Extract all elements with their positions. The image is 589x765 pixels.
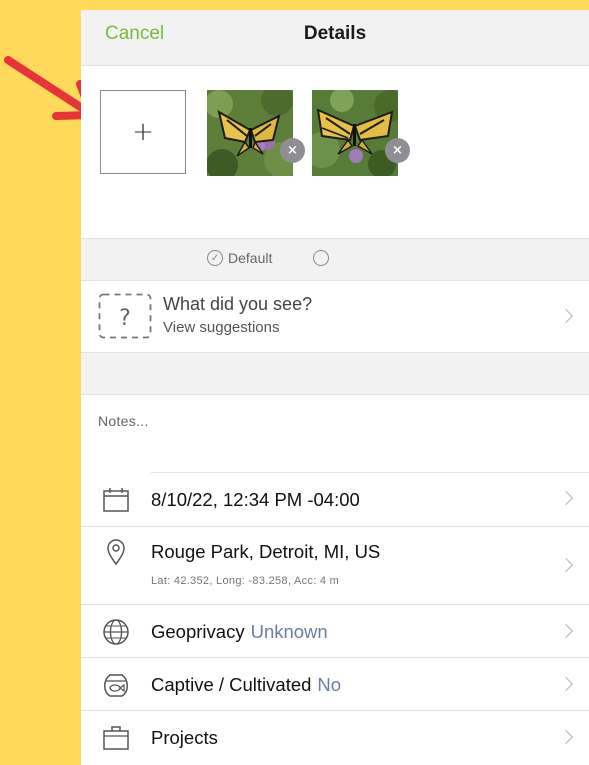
butterfly-photo-2: [312, 90, 398, 176]
details-panel: Cancel Details + × × ✓ Default ? What di…: [81, 10, 589, 765]
date-row[interactable]: 8/10/22, 12:34 PM -04:00: [81, 472, 589, 526]
set-default-radio[interactable]: [313, 250, 329, 266]
coordinates-detail: Lat: 42.352, Long: -83.258, Acc: 4 m: [151, 575, 340, 587]
suggestion-subtitle: View suggestions: [163, 319, 280, 336]
default-photo-indicator[interactable]: ✓ Default: [207, 250, 272, 266]
captive-label: Captive / Cultivated No: [151, 674, 342, 695]
remove-photo-1-button[interactable]: ×: [280, 138, 305, 163]
geoprivacy-label: Geoprivacy Unknown: [151, 621, 328, 642]
close-icon: ×: [392, 143, 403, 158]
photos-section: + × × ✓ Default: [81, 66, 589, 266]
navigation-bar: Cancel Details: [81, 10, 589, 66]
add-photo-button[interactable]: +: [100, 90, 186, 174]
date-time-value: 8/10/22, 12:34 PM -04:00: [151, 489, 360, 510]
captive-value: No: [317, 674, 342, 695]
page-title: Details: [303, 23, 367, 44]
location-value: Rouge Park, Detroit, MI, US: [151, 541, 381, 562]
chevron-right-icon: [558, 557, 574, 573]
section-separator: [81, 238, 589, 281]
globe-icon: [103, 619, 129, 645]
projects-label: Projects: [151, 727, 218, 748]
geoprivacy-value: Unknown: [250, 621, 328, 642]
remove-photo-2-button[interactable]: ×: [385, 138, 410, 163]
plus-icon: +: [132, 117, 154, 147]
butterfly-photo-1: [207, 90, 293, 176]
notes-field[interactable]: Notes...: [81, 395, 589, 473]
captive-row[interactable]: Captive / Cultivated No: [81, 657, 589, 710]
svg-text:?: ?: [119, 306, 131, 331]
location-pin-icon: [107, 539, 125, 566]
close-icon: ×: [287, 143, 298, 158]
notes-placeholder: Notes...: [98, 413, 149, 429]
chevron-right-icon: [558, 729, 574, 745]
section-separator: [81, 352, 589, 395]
projects-row[interactable]: Projects: [81, 710, 589, 763]
calendar-icon: [103, 488, 129, 512]
chevron-right-icon: [558, 676, 574, 692]
fishbowl-icon: [104, 674, 128, 697]
unknown-species-icon: ?: [98, 293, 152, 339]
chevron-right-icon: [558, 623, 574, 639]
chevron-right-icon: [558, 308, 574, 324]
photo-thumbnail[interactable]: [207, 90, 293, 176]
geoprivacy-row[interactable]: Geoprivacy Unknown: [81, 604, 589, 657]
briefcase-icon: [103, 726, 129, 750]
checkmark-icon: ✓: [207, 250, 223, 266]
chevron-right-icon: [558, 490, 574, 506]
species-suggestion-row[interactable]: ? What did you see? View suggestions: [81, 281, 589, 352]
photo-thumbnail[interactable]: [312, 90, 398, 176]
default-label: Default: [228, 250, 273, 266]
location-row[interactable]: Rouge Park, Detroit, MI, US Lat: 42.352,…: [81, 526, 589, 604]
suggestion-title: What did you see?: [163, 294, 313, 314]
